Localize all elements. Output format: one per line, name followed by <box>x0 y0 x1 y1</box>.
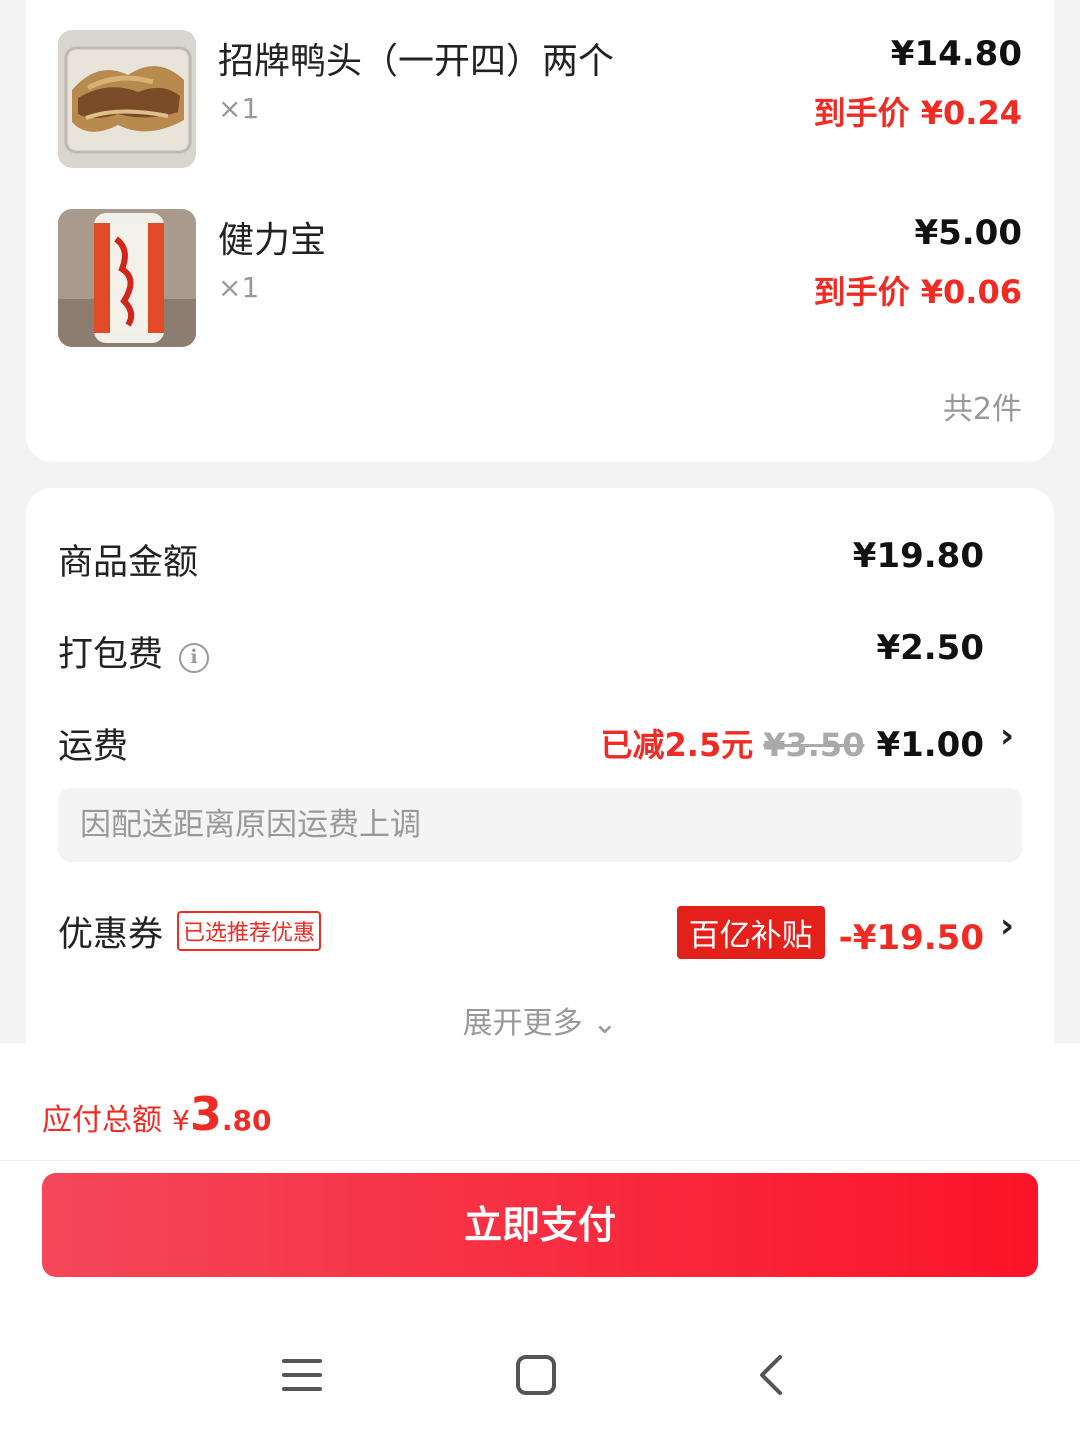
item-name: 健力宝 <box>218 220 327 261</box>
total-amount-bar: 应付总额 ¥3.80 <box>0 1043 1080 1161</box>
subsidy-badge: 百亿补贴 <box>676 906 825 959</box>
item-count: 共2件 <box>942 392 1022 427</box>
packing-fee-value: ¥2.50 <box>876 628 984 668</box>
info-icon[interactable]: i <box>179 643 210 673</box>
item-name: 招牌鸭头（一开四）两个 <box>218 41 615 82</box>
checkout-bar: 应付总额 ¥3.80 立即支付 <box>0 1043 1080 1435</box>
item-price: ¥5.00 <box>914 213 1022 253</box>
expand-more-button[interactable]: 展开更多 ⌄ <box>26 998 1054 1042</box>
duck-head-food-photo <box>58 30 196 168</box>
jianlibao-can-photo <box>58 209 196 347</box>
chevron-right-icon[interactable]: › <box>1000 906 1014 946</box>
coupon-discount-value: -¥19.50 <box>838 918 984 958</box>
fee-summary-card: 商品金额 ¥19.80 打包费 i ¥2.50 运费 已减2.5元 ¥3.50 ¥1.… <box>26 488 1054 1048</box>
shipping-reduced: 已减2.5元 <box>600 726 754 764</box>
home-icon[interactable] <box>506 1345 566 1405</box>
total-integer: 3 <box>189 1087 222 1141</box>
item-final-price: 到手价 ¥0.24 <box>813 94 1022 132</box>
item-quantity: ×1 <box>218 92 260 125</box>
order-item[interactable]: 健力宝 ×1 ¥5.00 到手价 ¥0.06 <box>58 209 1022 347</box>
shipping-fee-detail[interactable]: 已减2.5元 ¥3.50 ¥1.00 <box>601 720 984 766</box>
shipping-original-price: ¥3.50 <box>763 726 865 764</box>
packing-fee-label: 打包费 i <box>58 626 210 677</box>
packing-fee-text: 打包费 <box>58 635 164 675</box>
coupon-label: 优惠券 已选推荐优惠 <box>58 906 322 957</box>
goods-amount-value: ¥19.80 <box>852 536 984 576</box>
total-decimal: .80 <box>221 1104 272 1137</box>
item-price: ¥14.80 <box>890 34 1022 74</box>
order-items-card: 招牌鸭头（一开四）两个 ×1 ¥14.80 到手价 ¥0.24 健力宝 ×1 ¥… <box>26 0 1054 462</box>
menu-icon[interactable] <box>272 1345 332 1405</box>
coupon-text: 优惠券 <box>58 915 164 955</box>
currency-symbol: ¥ <box>172 1104 190 1137</box>
item-final-price: 到手价 ¥0.06 <box>813 273 1022 311</box>
shipping-fee-label: 运费 <box>58 727 129 767</box>
back-icon[interactable] <box>740 1345 800 1405</box>
coupon-detail[interactable]: 百亿补贴 -¥19.50 <box>676 906 984 959</box>
shipping-fee-value: ¥1.00 <box>876 725 984 765</box>
item-quantity: ×1 <box>218 271 260 304</box>
pay-now-button[interactable]: 立即支付 <box>42 1173 1038 1277</box>
chevron-right-icon[interactable]: › <box>1000 716 1014 756</box>
total-amount: 应付总额 ¥3.80 <box>42 1087 271 1141</box>
shipping-note: 因配送距离原因运费上调 <box>58 788 1022 862</box>
coupon-selected-tag: 已选推荐优惠 <box>177 911 322 951</box>
goods-amount-label: 商品金额 <box>58 543 199 583</box>
total-label: 应付总额 <box>42 1103 162 1138</box>
system-nav-bar <box>0 1323 1080 1435</box>
order-item[interactable]: 招牌鸭头（一开四）两个 ×1 ¥14.80 到手价 ¥0.24 <box>58 30 1022 168</box>
